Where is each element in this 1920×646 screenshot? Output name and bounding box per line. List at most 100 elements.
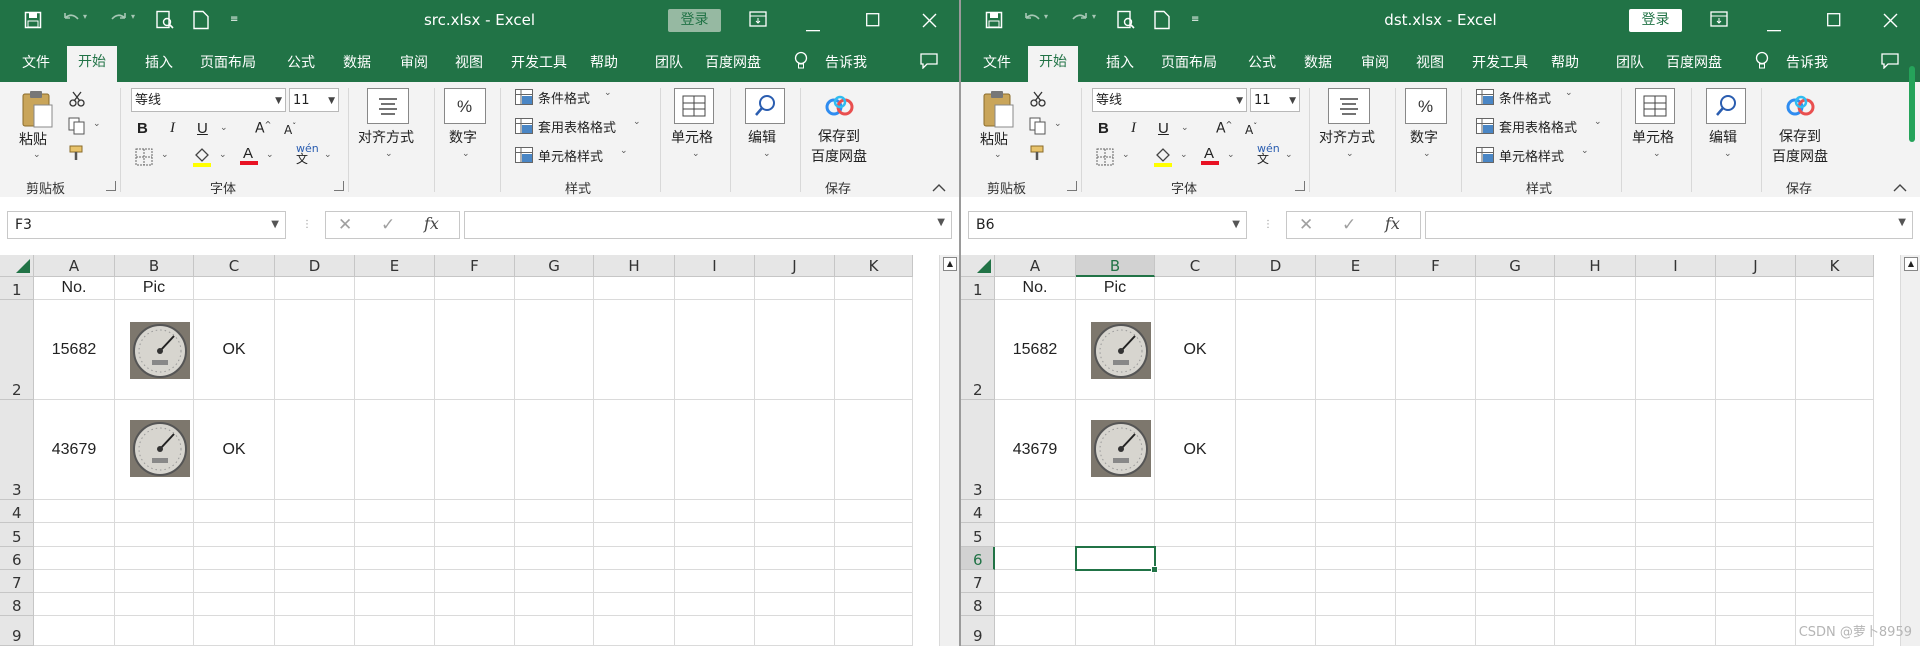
- increase-font-size-icon[interactable]: A^: [255, 120, 271, 137]
- cell-I1[interactable]: [675, 277, 755, 300]
- row-header-4[interactable]: 4: [961, 500, 995, 523]
- cell-J4[interactable]: [1716, 500, 1796, 523]
- paste-dropdown[interactable]: ⌄: [33, 150, 41, 160]
- minimize-icon[interactable]: [1767, 20, 1781, 36]
- cell-E5[interactable]: [1316, 523, 1396, 547]
- formula-input[interactable]: ▼: [464, 211, 952, 239]
- formula-input[interactable]: ▼: [1425, 211, 1913, 239]
- font-name-select[interactable]: 等线 ▼: [1092, 88, 1247, 112]
- cell-A9[interactable]: [34, 616, 115, 646]
- cell-E3[interactable]: [355, 400, 435, 500]
- cell-A5[interactable]: [34, 523, 115, 547]
- login-button[interactable]: 登录: [668, 9, 721, 32]
- cell-I2[interactable]: [675, 300, 755, 400]
- fill-color-icon[interactable]: [192, 146, 212, 172]
- cell-F7[interactable]: [1396, 570, 1476, 593]
- row-header-1[interactable]: 1: [0, 277, 34, 300]
- cell-G3[interactable]: [1476, 400, 1555, 500]
- cell-K8[interactable]: [1796, 593, 1874, 616]
- cell-C9[interactable]: [194, 616, 275, 646]
- cell-K6[interactable]: [835, 547, 913, 570]
- row-header-9[interactable]: 9: [0, 616, 34, 646]
- cell-E4[interactable]: [1316, 500, 1396, 523]
- alignment-button[interactable]: 对齐方式: [1319, 129, 1375, 148]
- cell-H4[interactable]: [594, 500, 675, 523]
- tab-2[interactable]: 插入: [1106, 52, 1134, 72]
- table-format-dropdown[interactable]: ⌄: [633, 117, 641, 127]
- clipboard-launcher[interactable]: [1067, 181, 1077, 191]
- cell-C8[interactable]: [194, 593, 275, 616]
- underline-icon[interactable]: U: [1158, 120, 1169, 137]
- cell-D4[interactable]: [275, 500, 355, 523]
- edit-dropdown[interactable]: ⌄: [1724, 149, 1732, 159]
- column-header-E[interactable]: E: [1316, 255, 1396, 277]
- select-all-button[interactable]: [961, 255, 995, 277]
- cell-D8[interactable]: [1236, 593, 1316, 616]
- row-header-7[interactable]: 7: [0, 570, 34, 593]
- cell-E7[interactable]: [355, 570, 435, 593]
- alignment-dropdown[interactable]: ⌄: [385, 149, 393, 159]
- fill-color-dropdown[interactable]: ⌄: [1180, 150, 1188, 160]
- cell-C7[interactable]: [1155, 570, 1236, 593]
- cell-J8[interactable]: [1716, 593, 1796, 616]
- column-header-A[interactable]: A: [995, 255, 1076, 277]
- cell-G3[interactable]: [515, 400, 594, 500]
- tab-10[interactable]: 团队: [1616, 52, 1644, 72]
- cell-I4[interactable]: [1636, 500, 1716, 523]
- cell-K8[interactable]: [835, 593, 913, 616]
- cell-J7[interactable]: [1716, 570, 1796, 593]
- cell-A4[interactable]: [995, 500, 1076, 523]
- underline-icon[interactable]: U: [197, 120, 208, 137]
- cell-A4[interactable]: [34, 500, 115, 523]
- conditional-format-button[interactable]: 条件格式: [538, 88, 590, 107]
- cell-B6[interactable]: [115, 547, 194, 570]
- cell-D3[interactable]: [1236, 400, 1316, 500]
- increase-font-size-icon[interactable]: A^: [1216, 120, 1232, 137]
- cell-K9[interactable]: [835, 616, 913, 646]
- cell-A1[interactable]: No.: [995, 277, 1076, 300]
- clipboard-launcher[interactable]: [106, 181, 116, 191]
- cell-E2[interactable]: [1316, 300, 1396, 400]
- cell-F8[interactable]: [1396, 593, 1476, 616]
- column-header-I[interactable]: I: [675, 255, 755, 277]
- row-header-3[interactable]: 3: [0, 400, 34, 500]
- cell-C8[interactable]: [1155, 593, 1236, 616]
- cell-K5[interactable]: [1796, 523, 1874, 547]
- font-size-select[interactable]: 11 ▼: [289, 88, 339, 112]
- collapse-ribbon-icon[interactable]: [1893, 180, 1907, 196]
- fill-color-dropdown[interactable]: ⌄: [219, 150, 227, 160]
- search-icon[interactable]: [745, 88, 785, 128]
- cell-K3[interactable]: [1796, 400, 1874, 500]
- cell-F7[interactable]: [435, 570, 515, 593]
- cell-I8[interactable]: [675, 593, 755, 616]
- tell-me-search[interactable]: 告诉我: [825, 52, 867, 72]
- expand-formula-icon[interactable]: ▼: [1898, 217, 1906, 228]
- copy-icon[interactable]: [68, 117, 86, 139]
- cell-C5[interactable]: [1155, 523, 1236, 547]
- cell-D7[interactable]: [1236, 570, 1316, 593]
- cell-F4[interactable]: [1396, 500, 1476, 523]
- paste-icon[interactable]: [981, 89, 1015, 133]
- cell-G8[interactable]: [1476, 593, 1555, 616]
- ribbon-display-options-icon[interactable]: [1710, 11, 1728, 31]
- column-header-G[interactable]: G: [515, 255, 594, 277]
- tab-7[interactable]: 视图: [1416, 52, 1444, 72]
- cell-B4[interactable]: [1076, 500, 1155, 523]
- cell-I3[interactable]: [675, 400, 755, 500]
- row-header-1[interactable]: 1: [961, 277, 995, 300]
- column-header-K[interactable]: K: [835, 255, 913, 277]
- cell-I5[interactable]: [1636, 523, 1716, 547]
- enter-icon[interactable]: ✓: [1342, 215, 1356, 235]
- font-color-dropdown[interactable]: ⌄: [1227, 150, 1235, 160]
- paste-label[interactable]: 粘贴: [980, 131, 1008, 150]
- cell-H2[interactable]: [1555, 300, 1636, 400]
- cell-style-icon[interactable]: [1476, 147, 1494, 167]
- phonetic-dropdown[interactable]: ⌄: [1285, 150, 1293, 160]
- cell-E8[interactable]: [1316, 593, 1396, 616]
- cell-C4[interactable]: [1155, 500, 1236, 523]
- cell-E6[interactable]: [1316, 547, 1396, 570]
- cell-I8[interactable]: [1636, 593, 1716, 616]
- font-color-icon[interactable]: A: [239, 144, 259, 170]
- conditional-format-button[interactable]: 条件格式: [1499, 88, 1551, 107]
- underline-dropdown[interactable]: ⌄: [220, 123, 228, 133]
